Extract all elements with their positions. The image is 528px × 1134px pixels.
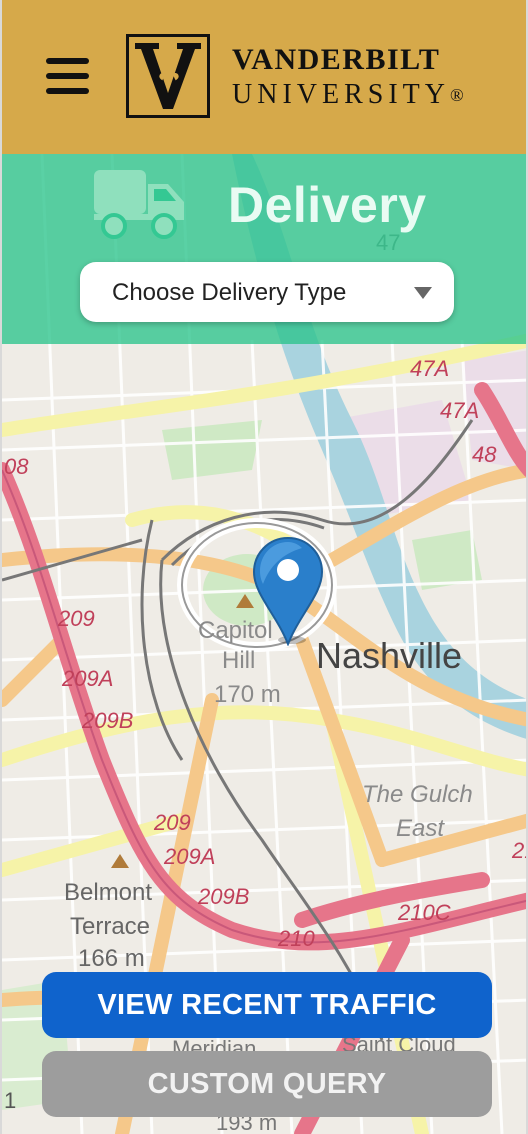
custom-query-button[interactable]: CUSTOM QUERY (42, 1051, 492, 1117)
road-label-209-2: 209 (153, 810, 191, 835)
registered-mark: ® (450, 85, 464, 105)
road-label-08: 08 (4, 454, 29, 479)
road-label-48: 48 (472, 442, 497, 467)
app-header: VANDERBILT UNIVERSITY® (2, 0, 526, 154)
road-label-209b-2: 209B (197, 884, 249, 909)
brand-line-2: UNIVERSITY® (232, 78, 464, 112)
hamburger-menu-icon[interactable] (46, 58, 90, 94)
road-label-209a-2: 209A (163, 844, 215, 869)
place-label-gulch: The Gulch (362, 781, 473, 808)
road-label-209a: 209A (61, 666, 113, 691)
caret-down-icon (414, 287, 432, 299)
brand-line-2-text: UNIVERSITY (232, 79, 450, 110)
place-label-nashville: Nashville (316, 635, 462, 676)
vanderbilt-logo-icon (126, 34, 210, 118)
brand-line-1: VANDERBILT (232, 43, 441, 76)
road-label-210: 210 (277, 926, 315, 951)
app-frame: 47A 47A 48 08 209 209A 209B 209 209A 209… (0, 0, 528, 1134)
road-label-1: 1 (4, 1088, 16, 1113)
delivery-type-select[interactable]: Choose Delivery Type (80, 262, 454, 322)
road-label-209b: 209B (81, 708, 133, 733)
view-recent-traffic-button[interactable]: VIEW RECENT TRAFFIC (42, 972, 492, 1038)
road-label-21: 21 (511, 838, 528, 863)
road-label-210c: 210C (397, 900, 451, 925)
place-label-hill: Hill (222, 647, 255, 674)
road-label-47a: 47A (410, 356, 449, 381)
truck-icon (94, 170, 184, 239)
place-label-gulch-east: East (396, 815, 445, 842)
vanderbilt-wordmark: VANDERBILT UNIVERSITY® (232, 44, 464, 112)
delivery-title: Delivery (228, 177, 427, 233)
place-label-belmont-elev: 166 m (78, 945, 145, 972)
road-label-209: 209 (57, 606, 95, 631)
delivery-type-value: Choose Delivery Type (112, 279, 347, 306)
map-pin-icon[interactable] (252, 536, 324, 646)
place-label-belmont: Belmont (64, 879, 152, 906)
place-label-terrace: Terrace (70, 913, 150, 940)
road-label-47a-2: 47A (440, 398, 479, 423)
place-label-capitol-elev: 170 m (214, 681, 281, 708)
